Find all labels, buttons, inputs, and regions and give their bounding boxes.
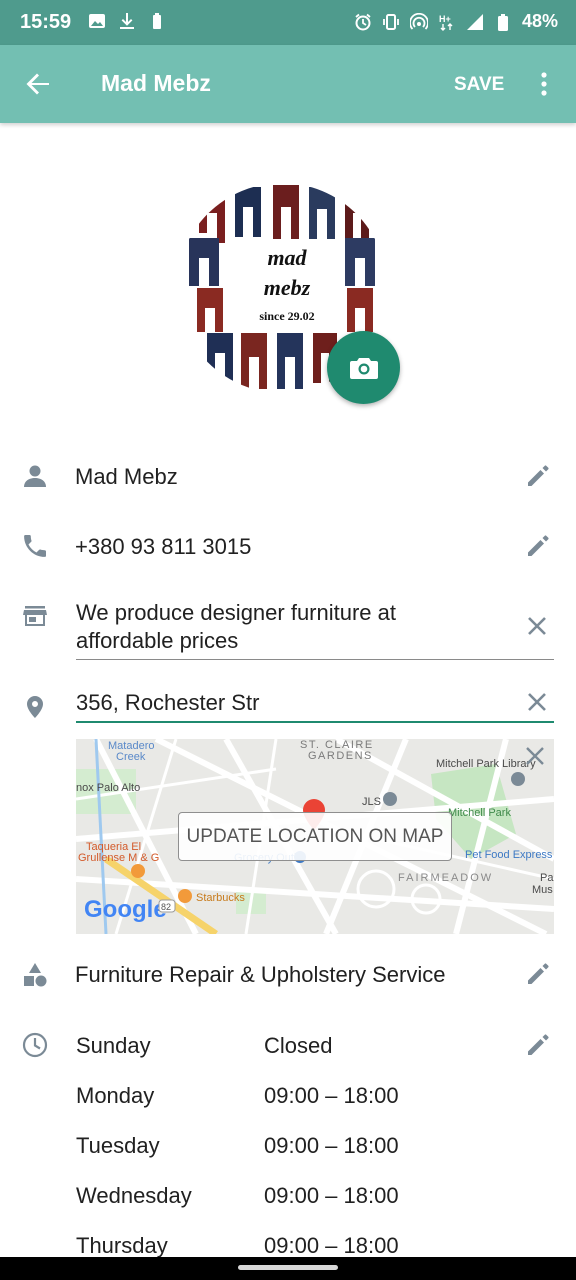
map-label-pal: Pal — [540, 872, 554, 884]
system-nav-bar — [0, 1257, 576, 1280]
network-h-plus-icon: H+ — [439, 14, 453, 31]
more-vert-icon[interactable] — [532, 71, 556, 97]
map-label-pet-food: Pet Food Express — [465, 849, 553, 861]
person-icon — [24, 465, 46, 487]
map-label-gardens: GARDENS — [308, 750, 373, 762]
map-label-mitchell-park: Mitchell Park — [448, 807, 511, 819]
phone-icon — [24, 535, 46, 557]
logo-text-mebz: mebz — [264, 275, 311, 300]
map-label-grullense: Grullense M & G — [78, 852, 159, 864]
edit-name-icon[interactable] — [525, 463, 551, 489]
hours-time-sunday: Closed — [264, 1033, 333, 1058]
hotspot-icon — [409, 12, 428, 30]
page-title: Mad Mebz — [101, 70, 211, 96]
svg-text:H+: H+ — [439, 14, 451, 24]
status-bar: 15:59 H+ 48% — [0, 0, 576, 45]
phone-value: +380 93 811 3015 — [75, 534, 252, 559]
signal-icon — [466, 13, 483, 30]
hours-day-sunday: Sunday — [76, 1033, 151, 1058]
hours-time-monday: 09:00 – 18:00 — [264, 1083, 399, 1108]
change-photo-button[interactable] — [327, 331, 400, 404]
hours-day-tuesday: Tuesday — [76, 1133, 160, 1158]
app-bar: Mad Mebz SAVE — [0, 45, 576, 123]
hours-time-thursday: 09:00 – 18:00 — [264, 1233, 399, 1258]
battery-saver-icon — [153, 13, 161, 29]
map-label-jls: JLS — [362, 796, 381, 808]
address-input[interactable]: 356, Rochester Str — [76, 690, 259, 716]
map-poi-starbucks — [178, 889, 192, 903]
map-poi-jls — [383, 792, 397, 806]
description-line-2[interactable]: affordable prices — [76, 628, 238, 654]
name-value: Mad Mebz — [75, 464, 178, 489]
battery-percent: 48% — [521, 11, 558, 31]
logo-text-mad: mad — [267, 245, 307, 270]
camera-icon — [350, 358, 378, 379]
logo-text-since: since 29.02 — [259, 309, 314, 323]
store-icon — [23, 606, 47, 626]
edit-hours-icon[interactable] — [525, 1032, 551, 1058]
battery-icon — [497, 13, 508, 31]
map-road-shield: 82 — [161, 902, 171, 912]
description-line-1[interactable]: We produce designer furniture at — [76, 600, 396, 626]
edit-category-icon[interactable] — [525, 961, 551, 987]
hours-time-wednesday: 09:00 – 18:00 — [264, 1183, 399, 1208]
map-label-palo-alto: nox Palo Alto — [76, 782, 140, 794]
hours-time-tuesday: 09:00 – 18:00 — [264, 1133, 399, 1158]
hours-day-thursday: Thursday — [76, 1233, 168, 1258]
alarm-icon — [355, 13, 371, 30]
hours-day-monday: Monday — [76, 1083, 155, 1108]
map-close-icon[interactable] — [524, 745, 546, 767]
update-location-label: UPDATE LOCATION ON MAP — [186, 825, 444, 847]
arrow-back-icon[interactable] — [24, 70, 52, 98]
category-icon — [24, 963, 47, 987]
map-label-fairmeadow: FAIRMEADOW — [398, 872, 493, 884]
clock-icon — [22, 1032, 48, 1058]
map-label-creek: Creek — [116, 751, 146, 763]
vibrate-icon — [383, 13, 399, 30]
map-label-library: Mitchell Park Library — [436, 758, 536, 770]
home-gesture-handle[interactable] — [238, 1265, 338, 1270]
google-logo: Google — [84, 896, 167, 923]
address-underline — [76, 721, 554, 723]
map-label-museum: Mus — [532, 884, 553, 896]
map-poi-taqueria — [131, 864, 145, 878]
description-underline — [76, 659, 554, 660]
gallery-icon — [89, 14, 105, 28]
edit-phone-icon[interactable] — [525, 533, 551, 559]
map-poi-library — [511, 772, 525, 786]
update-location-button[interactable]: UPDATE LOCATION ON MAP — [178, 812, 452, 861]
clear-description-icon[interactable] — [525, 614, 549, 638]
clear-address-icon[interactable] — [525, 690, 549, 714]
hours-day-wednesday: Wednesday — [76, 1183, 192, 1208]
download-icon — [120, 13, 134, 29]
status-time: 15:59 — [20, 11, 72, 33]
map-label-starbucks: Starbucks — [196, 892, 245, 904]
location-pin-icon — [27, 696, 43, 718]
save-button[interactable]: SAVE — [454, 74, 504, 96]
category-value: Furniture Repair & Upholstery Service — [75, 962, 446, 987]
